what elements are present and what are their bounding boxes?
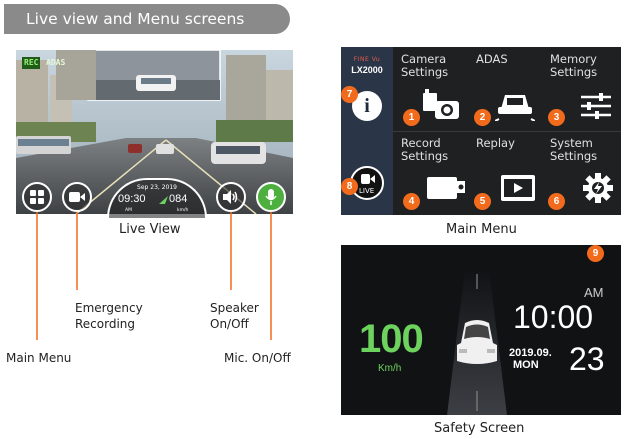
safety-date: 2019.09. — [509, 347, 552, 359]
emergency-callout: Emergency Recording — [75, 300, 143, 332]
safety-day: 23 — [569, 341, 605, 377]
info-icon: i — [364, 95, 370, 117]
speaker-callout-line2: On/Off — [210, 317, 249, 331]
label-line2: Settings — [401, 65, 449, 79]
camera-settings-icon — [423, 89, 459, 119]
label-line2: Settings — [550, 149, 598, 163]
badge-8: 8 — [341, 178, 358, 195]
menu-item-label: Camera Settings — [401, 53, 448, 79]
badge-1: 1 — [403, 109, 420, 126]
main-menu-caption: Main Menu — [446, 222, 517, 237]
label-line2: Settings — [401, 149, 449, 163]
safety-ampm: AM — [584, 285, 604, 300]
menu-item-label: Record Settings — [401, 137, 448, 163]
safety-weekday: MON — [513, 359, 539, 371]
badge-7: 7 — [341, 86, 358, 103]
badge-3: 3 — [548, 109, 565, 126]
safety-time: 10:00 — [513, 299, 594, 335]
menu-item-label: Memory Settings — [550, 53, 597, 79]
live-camera-icon — [361, 174, 375, 184]
badge-6: 6 — [548, 193, 565, 210]
gear-icon — [583, 173, 613, 203]
badge-4: 4 — [403, 193, 420, 210]
brand-logo: FINE Vu — [353, 56, 381, 63]
safety-screen: 9 100 Km/h AM 10:00 2019.09. MON 23 — [341, 245, 621, 415]
label-line1: ADAS — [476, 52, 508, 66]
menu-item-label: Replay — [476, 137, 515, 150]
badge-2: 2 — [474, 109, 491, 126]
memory-sliders-icon — [581, 93, 611, 119]
speaker-callout: Speaker On/Off — [210, 300, 259, 332]
emergency-callout-line1: Emergency — [75, 301, 143, 315]
badge-5: 5 — [474, 193, 491, 210]
main-menu-screen: FINE Vu LX2000 i LIVE Camera Settings 1 A… — [341, 47, 621, 215]
badge-9: 9 — [587, 245, 604, 262]
adas-car-icon — [495, 95, 535, 121]
menu-divider — [393, 131, 621, 132]
safety-speed-unit: Km/h — [378, 363, 402, 374]
mic-callout: Mic. On/Off — [224, 351, 291, 365]
replay-film-icon — [501, 175, 535, 201]
live-label: LIVE — [359, 187, 375, 195]
label-line2: Settings — [550, 65, 598, 79]
model-logo: LX2000 — [351, 65, 383, 75]
main-menu-callout: Main Menu — [6, 351, 72, 365]
emergency-callout-line2: Recording — [75, 317, 136, 331]
dashcam-icon — [427, 177, 465, 199]
safety-speed: 100 — [359, 317, 424, 361]
menu-item-label: ADAS — [476, 53, 508, 66]
label-line1: Replay — [476, 136, 515, 150]
speaker-callout-line1: Speaker — [210, 301, 259, 315]
safety-screen-caption: Safety Screen — [434, 421, 525, 436]
menu-item-label: System Settings — [550, 137, 597, 163]
car-icon — [457, 320, 497, 364]
